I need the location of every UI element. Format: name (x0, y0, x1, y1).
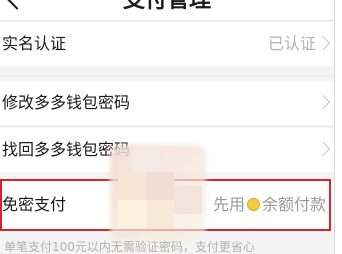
row-label: 实名认证 (2, 34, 67, 53)
mosaic-block (146, 200, 174, 228)
page-title: 支付管理 (122, 0, 211, 13)
row-label: 免密支付 (2, 195, 67, 214)
chevron-right-icon (315, 141, 331, 157)
chevron-right-icon (315, 35, 331, 51)
value-suffix: 余额付款 (261, 195, 326, 214)
settings-row-real-name[interactable]: 实名认证 已认证 (0, 22, 334, 66)
row-value: 先用 余额付款 (213, 180, 326, 230)
mosaic-block (132, 150, 160, 172)
mosaic-block (146, 172, 174, 200)
row-value: 已认证 (267, 34, 316, 53)
payment-management-screen: 支付管理 实名认证 已认证 修改多多钱包密码 找回多多钱包密码 免密支付 先用余… (0, 0, 334, 254)
divider (0, 126, 334, 127)
coin-icon (246, 198, 260, 211)
value-prefix: 先用 (212, 195, 245, 214)
mosaic-block (118, 172, 146, 200)
mosaic-block (118, 200, 146, 228)
mosaic-block (174, 186, 202, 214)
row-label: 修改多多钱包密码 (2, 93, 131, 112)
nav-bar: 支付管理 (0, 0, 334, 21)
footer-note: 单笔支付100元以内无需验证密码，支付更省心 (4, 240, 255, 254)
chevron-right-icon (315, 94, 331, 110)
settings-row-change-password[interactable]: 修改多多钱包密码 (0, 81, 334, 125)
divider (0, 75, 334, 76)
frame-edge (334, 0, 342, 254)
